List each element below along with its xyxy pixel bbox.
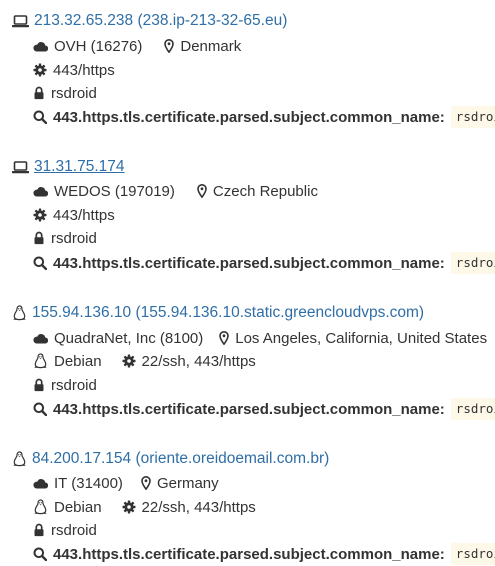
query-value: rsdroid [450, 106, 495, 128]
query-match-row: 443.https.tls.certificate.parsed.subject… [33, 398, 495, 420]
gear-icon [122, 354, 136, 368]
lock-icon [33, 523, 45, 537]
tag-row: rsdroid [33, 520, 97, 540]
gear-icon [122, 500, 136, 514]
query-match-row: 443.https.tls.certificate.parsed.subject… [33, 252, 495, 274]
laptop-icon [12, 14, 29, 28]
host-ip: 84.200.17.154 [32, 450, 132, 467]
query-field: 443.https.tls.certificate.parsed.subject… [53, 108, 445, 126]
result-title: 213.32.65.238 (238.ip-213-32-65.eu) [12, 10, 287, 32]
linux-penguin-icon [33, 499, 48, 515]
query-value: rsdroid [450, 252, 495, 274]
services-text: 443/https [53, 206, 115, 224]
lock-icon [33, 378, 45, 392]
network-name: WEDOS (197019) [54, 182, 175, 200]
tag-row: rsdroid [33, 228, 97, 248]
host-link[interactable]: 84.200.17.154 (oriente.oreidoemail.com.b… [32, 450, 329, 468]
os-services-row: Debian 22/ssh, 443/https [33, 351, 256, 371]
query-field: 443.https.tls.certificate.parsed.subject… [53, 254, 445, 272]
host-link[interactable]: 31.31.75.174 [34, 158, 125, 176]
query-value: rsdroid [450, 398, 495, 420]
lock-icon [33, 86, 45, 100]
linux-penguin-icon [33, 353, 48, 369]
os-text: Debian [54, 352, 102, 370]
network-name: OVH (16276) [54, 37, 143, 55]
location-text: Denmark [180, 37, 242, 55]
host-reverse-dns: (155.94.136.10.static.greencloudvps.com) [135, 304, 425, 321]
host-link[interactable]: 155.94.136.10 (155.94.136.10.static.gree… [32, 304, 424, 322]
network-location-row: WEDOS (197019) Czech Republic [33, 181, 318, 201]
map-marker-icon [141, 476, 151, 490]
cloud-icon [33, 333, 48, 344]
network-location-row: OVH (16276) Denmark [33, 36, 241, 56]
network-name: IT (31400) [54, 474, 123, 492]
result-title: 155.94.136.10 (155.94.136.10.static.gree… [12, 302, 424, 324]
search-icon [33, 402, 47, 416]
services-text: 22/ssh, 443/https [141, 498, 256, 516]
services-row: 443/https [33, 60, 115, 80]
tag-text: rsdroid [51, 229, 97, 247]
cloud-icon [33, 186, 48, 197]
tag-row: rsdroid [33, 375, 97, 395]
cloud-icon [33, 41, 48, 52]
result-title: 84.200.17.154 (oriente.oreidoemail.com.b… [12, 448, 329, 470]
tag-row: rsdroid [33, 83, 97, 103]
map-marker-icon [219, 331, 230, 345]
map-marker-icon [164, 39, 175, 53]
network-name: QuadraNet, Inc (8100) [54, 329, 204, 347]
services-row: 443/https [33, 205, 115, 225]
tag-text: rsdroid [51, 84, 97, 102]
location-text: Germany [156, 474, 219, 492]
query-field: 443.https.tls.certificate.parsed.subject… [53, 400, 445, 418]
services-text: 443/https [53, 61, 115, 79]
search-icon [33, 547, 47, 561]
services-text: 22/ssh, 443/https [141, 352, 256, 370]
host-reverse-dns: (oriente.oreidoemail.com.br) [135, 450, 330, 467]
location-text: Los Angeles, California, United States [235, 329, 488, 347]
gear-icon [33, 63, 47, 77]
result-title: 31.31.75.174 [12, 156, 125, 178]
query-match-row: 443.https.tls.certificate.parsed.subject… [33, 543, 495, 565]
location-text: Czech Republic [212, 182, 318, 200]
host-reverse-dns: (238.ip-213-32-65.eu) [137, 12, 288, 29]
search-icon [33, 256, 47, 270]
host-ip: 155.94.136.10 [32, 304, 132, 321]
linux-penguin-icon [12, 451, 27, 467]
query-value: rsdroid [450, 543, 495, 565]
network-location-row: QuadraNet, Inc (8100) Los Angeles, Calif… [33, 328, 487, 348]
query-field: 443.https.tls.certificate.parsed.subject… [53, 545, 445, 563]
network-location-row: IT (31400) Germany [33, 473, 219, 493]
host-ip: 31.31.75.174 [34, 158, 125, 175]
query-match-row: 443.https.tls.certificate.parsed.subject… [33, 106, 495, 128]
search-icon [33, 110, 47, 124]
cloud-icon [33, 478, 48, 489]
os-services-row: Debian 22/ssh, 443/https [33, 497, 256, 517]
tag-text: rsdroid [51, 521, 97, 539]
tag-text: rsdroid [51, 376, 97, 394]
lock-icon [33, 231, 45, 245]
gear-icon [33, 208, 47, 222]
map-marker-icon [197, 184, 207, 198]
linux-penguin-icon [12, 305, 27, 321]
os-text: Debian [54, 498, 102, 516]
host-ip: 213.32.65.238 [34, 12, 134, 29]
host-link[interactable]: 213.32.65.238 (238.ip-213-32-65.eu) [34, 12, 287, 30]
laptop-icon [12, 160, 29, 174]
